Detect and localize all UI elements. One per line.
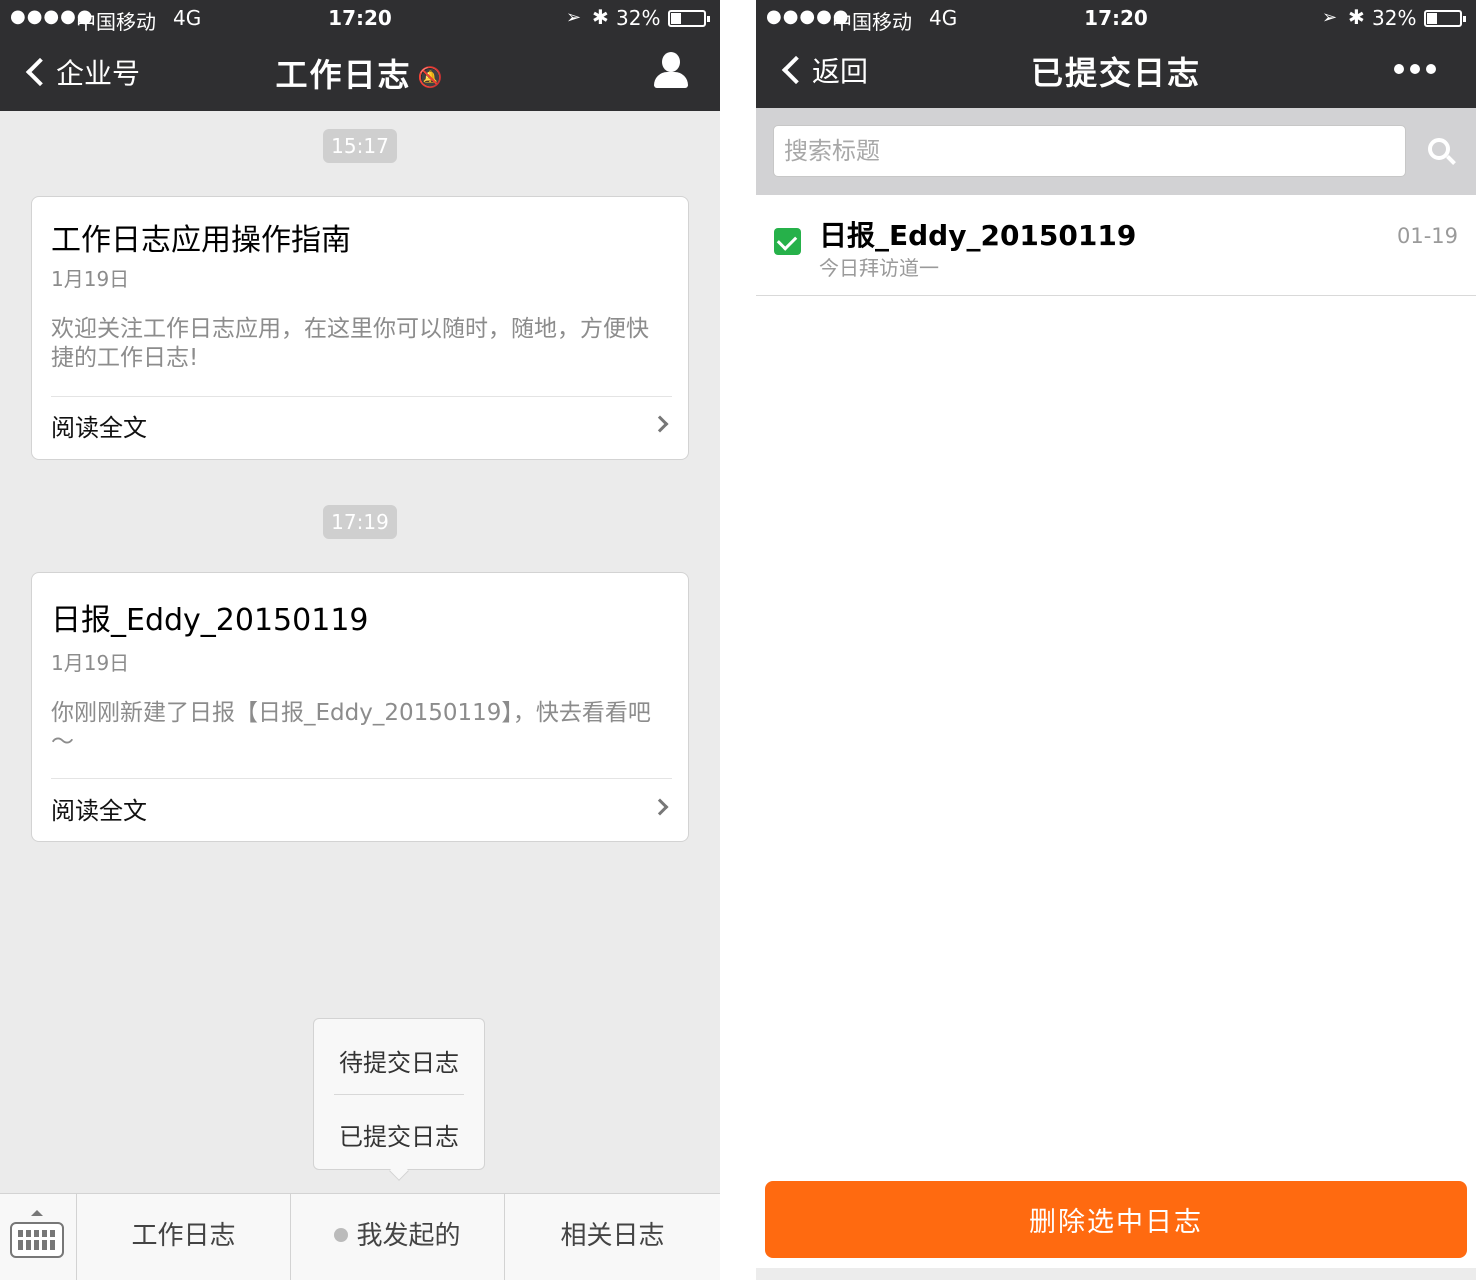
message-card[interactable]: 日报_Eddy_20150119 1月19日 你刚刚新建了日报【日报_Eddy_… (31, 572, 689, 842)
popup-divider (334, 1094, 464, 1095)
card-date: 1月19日 (51, 267, 130, 291)
battery-icon (668, 10, 710, 27)
bluetooth-icon: ✱ (592, 5, 609, 29)
card-date: 1月19日 (51, 651, 130, 675)
menu-item-submitted-logs[interactable]: 已提交日志 (314, 1117, 484, 1152)
menu-item-pending-logs[interactable]: 待提交日志 (314, 1043, 484, 1078)
battery-percent: 32% (616, 6, 661, 30)
popup-arrow (389, 1161, 409, 1181)
menu-related-logs[interactable]: 相关日志 (505, 1194, 720, 1280)
search-bar (756, 108, 1476, 195)
log-list-item[interactable]: 日报_Eddy_20150119 今日拜访道一 01-19 (756, 196, 1476, 296)
page-title: 工作日志 🔕 (0, 50, 720, 96)
card-body: 你刚刚新建了日报【日报_Eddy_20150119】，快去看看吧～ (51, 700, 651, 755)
keyboard-icon (10, 1222, 64, 1258)
log-title: 日报_Eddy_20150119 (819, 219, 1137, 252)
status-time: 17:20 (328, 6, 392, 30)
nav-bar: 返回 已提交日志 (756, 36, 1476, 106)
profile-icon[interactable] (654, 52, 688, 88)
battery-percent: 32% (1372, 6, 1417, 30)
delete-selected-button[interactable]: 删除选中日志 (765, 1181, 1467, 1258)
read-more-link[interactable]: 阅读全文 (51, 791, 147, 826)
page-title-text: 工作日志 (275, 56, 412, 94)
search-input[interactable] (773, 125, 1406, 177)
mute-bell-icon: 🔕 (417, 65, 445, 89)
submenu-dot-icon (334, 1227, 349, 1242)
location-icon: ➢ (1322, 7, 1338, 28)
search-icon[interactable] (1428, 138, 1456, 166)
chat-screen: ●●●●● 中国移动 4G 17:20 ➢ ✱ 32% 企业号 工作日志 🔕 15… (0, 0, 720, 1280)
keyboard-toggle[interactable] (0, 1194, 77, 1280)
location-icon: ➢ (566, 7, 582, 28)
header-bar: ●●●●● 中国移动 4G 17:20 ➢ ✱ 32% 返回 已提交日志 (756, 0, 1476, 108)
bottom-menu-bar: 工作日志 我发起的 相关日志 (0, 1193, 720, 1280)
status-bar: ●●●●● 中国移动 4G 17:20 ➢ ✱ 32% (756, 0, 1476, 36)
log-date: 01-19 (1396, 224, 1458, 248)
page-title: 已提交日志 (1030, 54, 1201, 92)
submitted-logs-screen: ●●●●● 中国移动 4G 17:20 ➢ ✱ 32% 返回 已提交日志 日报_… (756, 0, 1476, 1280)
timestamp-pill: 15:17 (323, 129, 397, 163)
menu-work-log[interactable]: 工作日志 (77, 1194, 291, 1280)
card-body: 欢迎关注工作日志应用，在这里你可以随时，随地，方便快捷的工作日志! (51, 316, 649, 371)
card-title: 日报_Eddy_20150119 (51, 603, 369, 638)
header-bar: ●●●●● 中国移动 4G 17:20 ➢ ✱ 32% 企业号 工作日志 🔕 (0, 0, 720, 111)
menu-initiated-by-me[interactable]: 我发起的 (291, 1194, 505, 1280)
status-time: 17:20 (1084, 6, 1148, 30)
checkbox-checked-icon[interactable] (774, 228, 801, 255)
battery-icon (1424, 10, 1466, 27)
more-icon[interactable] (1394, 64, 1436, 74)
caret-up-icon (31, 1210, 43, 1216)
read-more-link[interactable]: 阅读全文 (51, 408, 147, 443)
bluetooth-icon: ✱ (1348, 5, 1365, 29)
card-divider (51, 396, 672, 397)
nav-bar: 企业号 工作日志 🔕 (0, 38, 720, 108)
message-card[interactable]: 工作日志应用操作指南 1月19日 欢迎关注工作日志应用，在这里你可以随时，随地，… (31, 196, 689, 460)
card-divider (51, 778, 672, 779)
bottom-strip (756, 1268, 1476, 1280)
timestamp-pill: 17:19 (323, 505, 397, 539)
chevron-right-icon (651, 798, 669, 816)
menu-label: 我发起的 (356, 1221, 461, 1251)
submenu-popup: 待提交日志 已提交日志 (313, 1018, 485, 1181)
chevron-right-icon (651, 415, 669, 433)
log-subtitle: 今日拜访道一 (819, 256, 939, 280)
status-bar: ●●●●● 中国移动 4G 17:20 ➢ ✱ 32% (0, 0, 720, 36)
card-title: 工作日志应用操作指南 (51, 223, 351, 258)
